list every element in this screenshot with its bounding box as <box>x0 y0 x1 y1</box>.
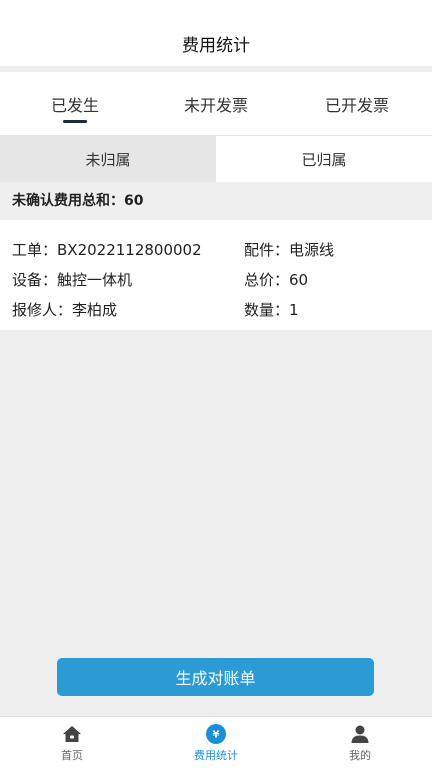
tabbar-item-expense[interactable]: ¥ 费用统计 <box>144 717 288 768</box>
record-row: 工单：BX2022112800002 配件：电源线 <box>12 234 420 264</box>
device-name: 设备：触控一体机 <box>12 270 133 289</box>
tabbar-label: 我的 <box>349 748 371 762</box>
tabbar-item-home[interactable]: 首页 <box>0 717 144 768</box>
total-price: 总价：60 <box>244 270 309 289</box>
tabbar-label: 费用统计 <box>194 748 238 762</box>
bottom-tab-bar: 首页 ¥ 费用统计 我的 <box>0 716 432 768</box>
tab-invoiced[interactable]: 已开发票 <box>282 72 432 135</box>
quantity: 数量：1 <box>244 300 299 319</box>
tab-not-invoiced[interactable]: 未开发票 <box>150 72 282 135</box>
yen-icon: ¥ <box>205 723 227 745</box>
expense-record-card[interactable]: 工单：BX2022112800002 配件：电源线 设备：触控一体机 总价：60… <box>0 220 432 330</box>
page-title: 费用统计 <box>182 35 250 56</box>
page-header: 费用统计 <box>0 0 432 66</box>
invoice-status-tabs: 已发生 未开发票 已开发票 <box>0 72 432 136</box>
order-number: 工单：BX2022112800002 <box>12 240 202 259</box>
record-row: 设备：触控一体机 总价：60 <box>12 264 420 294</box>
tab-occurred[interactable]: 已发生 <box>0 72 150 135</box>
subtab-assigned[interactable]: 已归属 <box>216 136 432 182</box>
record-row: 报修人：李柏成 数量：1 <box>12 294 420 324</box>
tabbar-item-mine[interactable]: 我的 <box>288 717 432 768</box>
generate-statement-button[interactable]: 生成对账单 <box>57 658 374 696</box>
unconfirmed-total: 未确认费用总和：60 <box>0 182 432 218</box>
attribution-tabs: 未归属 已归属 <box>0 136 432 182</box>
part-name: 配件：电源线 <box>244 240 335 259</box>
reporter-name: 报修人：李柏成 <box>12 300 118 319</box>
home-icon <box>61 723 83 745</box>
subtab-unassigned[interactable]: 未归属 <box>0 136 216 182</box>
tabbar-label: 首页 <box>61 748 83 762</box>
svg-text:¥: ¥ <box>213 729 220 740</box>
user-icon <box>349 723 371 745</box>
